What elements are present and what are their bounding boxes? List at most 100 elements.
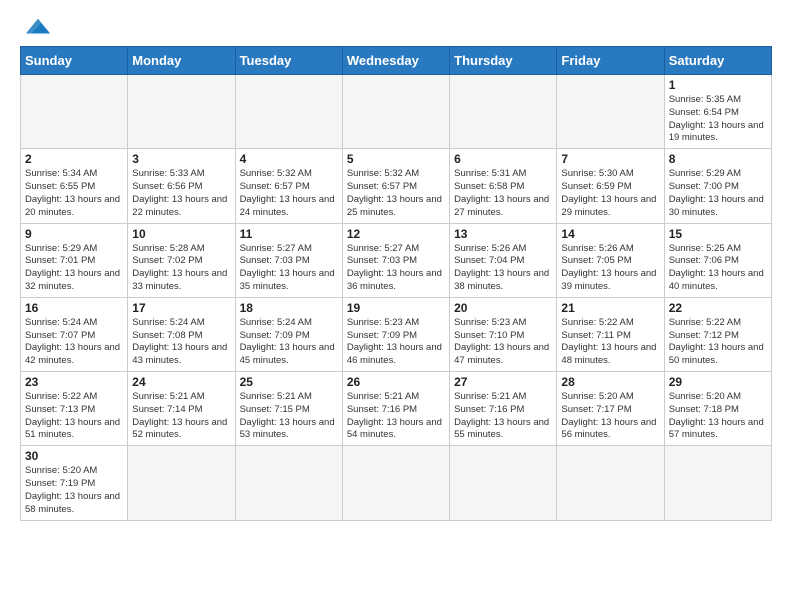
day-info: Sunrise: 5:21 AM Sunset: 7:14 PM Dayligh… <box>132 391 230 442</box>
calendar-row-4: 16 Sunrise: 5:24 AM Sunset: 7:07 PM Dayli… <box>21 297 772 371</box>
calendar-cell: 2 Sunrise: 5:34 AM Sunset: 6:55 PM Daylig… <box>21 149 128 223</box>
day-info: Sunrise: 5:34 AM Sunset: 6:55 PM Dayligh… <box>25 168 123 219</box>
calendar-cell: 12Sunrise: 5:27 AM Sunset: 7:03 PM Dayli… <box>342 223 449 297</box>
day-number: 14 <box>561 227 659 241</box>
day-info: Sunrise: 5:30 AM Sunset: 6:59 PM Dayligh… <box>561 168 659 219</box>
calendar-cell: 5 Sunrise: 5:32 AM Sunset: 6:57 PM Daylig… <box>342 149 449 223</box>
day-number: 11 <box>240 227 338 241</box>
day-info: Sunrise: 5:21 AM Sunset: 7:15 PM Dayligh… <box>240 391 338 442</box>
calendar-cell: 6 Sunrise: 5:31 AM Sunset: 6:58 PM Daylig… <box>450 149 557 223</box>
day-number: 17 <box>132 301 230 315</box>
calendar-table: SundayMondayTuesdayWednesdayThursdayFrid… <box>20 46 772 521</box>
calendar-cell <box>557 75 664 149</box>
day-number: 22 <box>669 301 767 315</box>
day-number: 10 <box>132 227 230 241</box>
day-info: Sunrise: 5:20 AM Sunset: 7:19 PM Dayligh… <box>25 465 123 516</box>
calendar-cell <box>128 446 235 520</box>
weekday-header-thursday: Thursday <box>450 47 557 75</box>
day-number: 23 <box>25 375 123 389</box>
day-info: Sunrise: 5:29 AM Sunset: 7:00 PM Dayligh… <box>669 168 767 219</box>
day-number: 1 <box>669 78 767 92</box>
logo <box>20 16 52 38</box>
day-info: Sunrise: 5:20 AM Sunset: 7:17 PM Dayligh… <box>561 391 659 442</box>
day-number: 12 <box>347 227 445 241</box>
calendar-cell <box>128 75 235 149</box>
day-number: 16 <box>25 301 123 315</box>
calendar-cell: 24 Sunrise: 5:21 AM Sunset: 7:14 PM Dayli… <box>128 372 235 446</box>
day-info: Sunrise: 5:33 AM Sunset: 6:56 PM Dayligh… <box>132 168 230 219</box>
day-number: 19 <box>347 301 445 315</box>
calendar-cell: 18 Sunrise: 5:24 AM Sunset: 7:09 PM Dayli… <box>235 297 342 371</box>
day-number: 9 <box>25 227 123 241</box>
calendar-cell: 23 Sunrise: 5:22 AM Sunset: 7:13 PM Dayli… <box>21 372 128 446</box>
day-info: Sunrise: 5:35 AM Sunset: 6:54 PM Dayligh… <box>669 94 767 145</box>
calendar-row-3: 9Sunrise: 5:29 AM Sunset: 7:01 PM Daylig… <box>21 223 772 297</box>
calendar-cell <box>664 446 771 520</box>
calendar-row-1: 1 Sunrise: 5:35 AM Sunset: 6:54 PM Daylig… <box>21 75 772 149</box>
calendar-cell: 8 Sunrise: 5:29 AM Sunset: 7:00 PM Daylig… <box>664 149 771 223</box>
calendar-cell: 4 Sunrise: 5:32 AM Sunset: 6:57 PM Daylig… <box>235 149 342 223</box>
weekday-header-friday: Friday <box>557 47 664 75</box>
day-number: 3 <box>132 152 230 166</box>
day-number: 27 <box>454 375 552 389</box>
calendar-cell: 11Sunrise: 5:27 AM Sunset: 7:03 PM Dayli… <box>235 223 342 297</box>
day-info: Sunrise: 5:24 AM Sunset: 7:07 PM Dayligh… <box>25 317 123 368</box>
calendar-cell: 22 Sunrise: 5:22 AM Sunset: 7:12 PM Dayli… <box>664 297 771 371</box>
day-number: 28 <box>561 375 659 389</box>
day-info: Sunrise: 5:25 AM Sunset: 7:06 PM Dayligh… <box>669 243 767 294</box>
calendar-cell <box>342 75 449 149</box>
weekday-header-row: SundayMondayTuesdayWednesdayThursdayFrid… <box>21 47 772 75</box>
day-number: 24 <box>132 375 230 389</box>
header <box>20 16 772 38</box>
day-number: 8 <box>669 152 767 166</box>
calendar-cell: 10 Sunrise: 5:28 AM Sunset: 7:02 PM Dayli… <box>128 223 235 297</box>
day-number: 4 <box>240 152 338 166</box>
day-info: Sunrise: 5:24 AM Sunset: 7:09 PM Dayligh… <box>240 317 338 368</box>
day-info: Sunrise: 5:22 AM Sunset: 7:11 PM Dayligh… <box>561 317 659 368</box>
calendar-cell <box>450 75 557 149</box>
day-number: 6 <box>454 152 552 166</box>
day-number: 26 <box>347 375 445 389</box>
day-number: 25 <box>240 375 338 389</box>
calendar-cell: 26 Sunrise: 5:21 AM Sunset: 7:16 PM Dayli… <box>342 372 449 446</box>
day-info: Sunrise: 5:26 AM Sunset: 7:04 PM Dayligh… <box>454 243 552 294</box>
day-number: 2 <box>25 152 123 166</box>
calendar-row-6: 30 Sunrise: 5:20 AM Sunset: 7:19 PM Dayli… <box>21 446 772 520</box>
calendar-cell: 21Sunrise: 5:22 AM Sunset: 7:11 PM Dayli… <box>557 297 664 371</box>
calendar-cell: 30 Sunrise: 5:20 AM Sunset: 7:19 PM Dayli… <box>21 446 128 520</box>
day-number: 5 <box>347 152 445 166</box>
calendar-cell: 13 Sunrise: 5:26 AM Sunset: 7:04 PM Dayli… <box>450 223 557 297</box>
calendar-cell <box>235 446 342 520</box>
day-info: Sunrise: 5:23 AM Sunset: 7:09 PM Dayligh… <box>347 317 445 368</box>
day-number: 29 <box>669 375 767 389</box>
calendar-cell <box>450 446 557 520</box>
day-info: Sunrise: 5:22 AM Sunset: 7:13 PM Dayligh… <box>25 391 123 442</box>
calendar-cell <box>557 446 664 520</box>
calendar-cell: 15Sunrise: 5:25 AM Sunset: 7:06 PM Dayli… <box>664 223 771 297</box>
day-number: 20 <box>454 301 552 315</box>
calendar-cell: 9Sunrise: 5:29 AM Sunset: 7:01 PM Daylig… <box>21 223 128 297</box>
weekday-header-wednesday: Wednesday <box>342 47 449 75</box>
day-number: 13 <box>454 227 552 241</box>
day-info: Sunrise: 5:22 AM Sunset: 7:12 PM Dayligh… <box>669 317 767 368</box>
day-info: Sunrise: 5:28 AM Sunset: 7:02 PM Dayligh… <box>132 243 230 294</box>
calendar-row-2: 2 Sunrise: 5:34 AM Sunset: 6:55 PM Daylig… <box>21 149 772 223</box>
day-info: Sunrise: 5:32 AM Sunset: 6:57 PM Dayligh… <box>347 168 445 219</box>
calendar-cell: 3 Sunrise: 5:33 AM Sunset: 6:56 PM Daylig… <box>128 149 235 223</box>
day-number: 18 <box>240 301 338 315</box>
calendar-cell: 17 Sunrise: 5:24 AM Sunset: 7:08 PM Dayli… <box>128 297 235 371</box>
calendar-cell: 20 Sunrise: 5:23 AM Sunset: 7:10 PM Dayli… <box>450 297 557 371</box>
day-number: 30 <box>25 449 123 463</box>
logo-area <box>20 16 52 38</box>
day-info: Sunrise: 5:23 AM Sunset: 7:10 PM Dayligh… <box>454 317 552 368</box>
calendar-cell: 29Sunrise: 5:20 AM Sunset: 7:18 PM Dayli… <box>664 372 771 446</box>
day-info: Sunrise: 5:21 AM Sunset: 7:16 PM Dayligh… <box>347 391 445 442</box>
day-number: 7 <box>561 152 659 166</box>
calendar-cell: 27Sunrise: 5:21 AM Sunset: 7:16 PM Dayli… <box>450 372 557 446</box>
day-info: Sunrise: 5:24 AM Sunset: 7:08 PM Dayligh… <box>132 317 230 368</box>
day-info: Sunrise: 5:31 AM Sunset: 6:58 PM Dayligh… <box>454 168 552 219</box>
calendar-cell: 19 Sunrise: 5:23 AM Sunset: 7:09 PM Dayli… <box>342 297 449 371</box>
weekday-header-monday: Monday <box>128 47 235 75</box>
day-info: Sunrise: 5:32 AM Sunset: 6:57 PM Dayligh… <box>240 168 338 219</box>
weekday-header-saturday: Saturday <box>664 47 771 75</box>
